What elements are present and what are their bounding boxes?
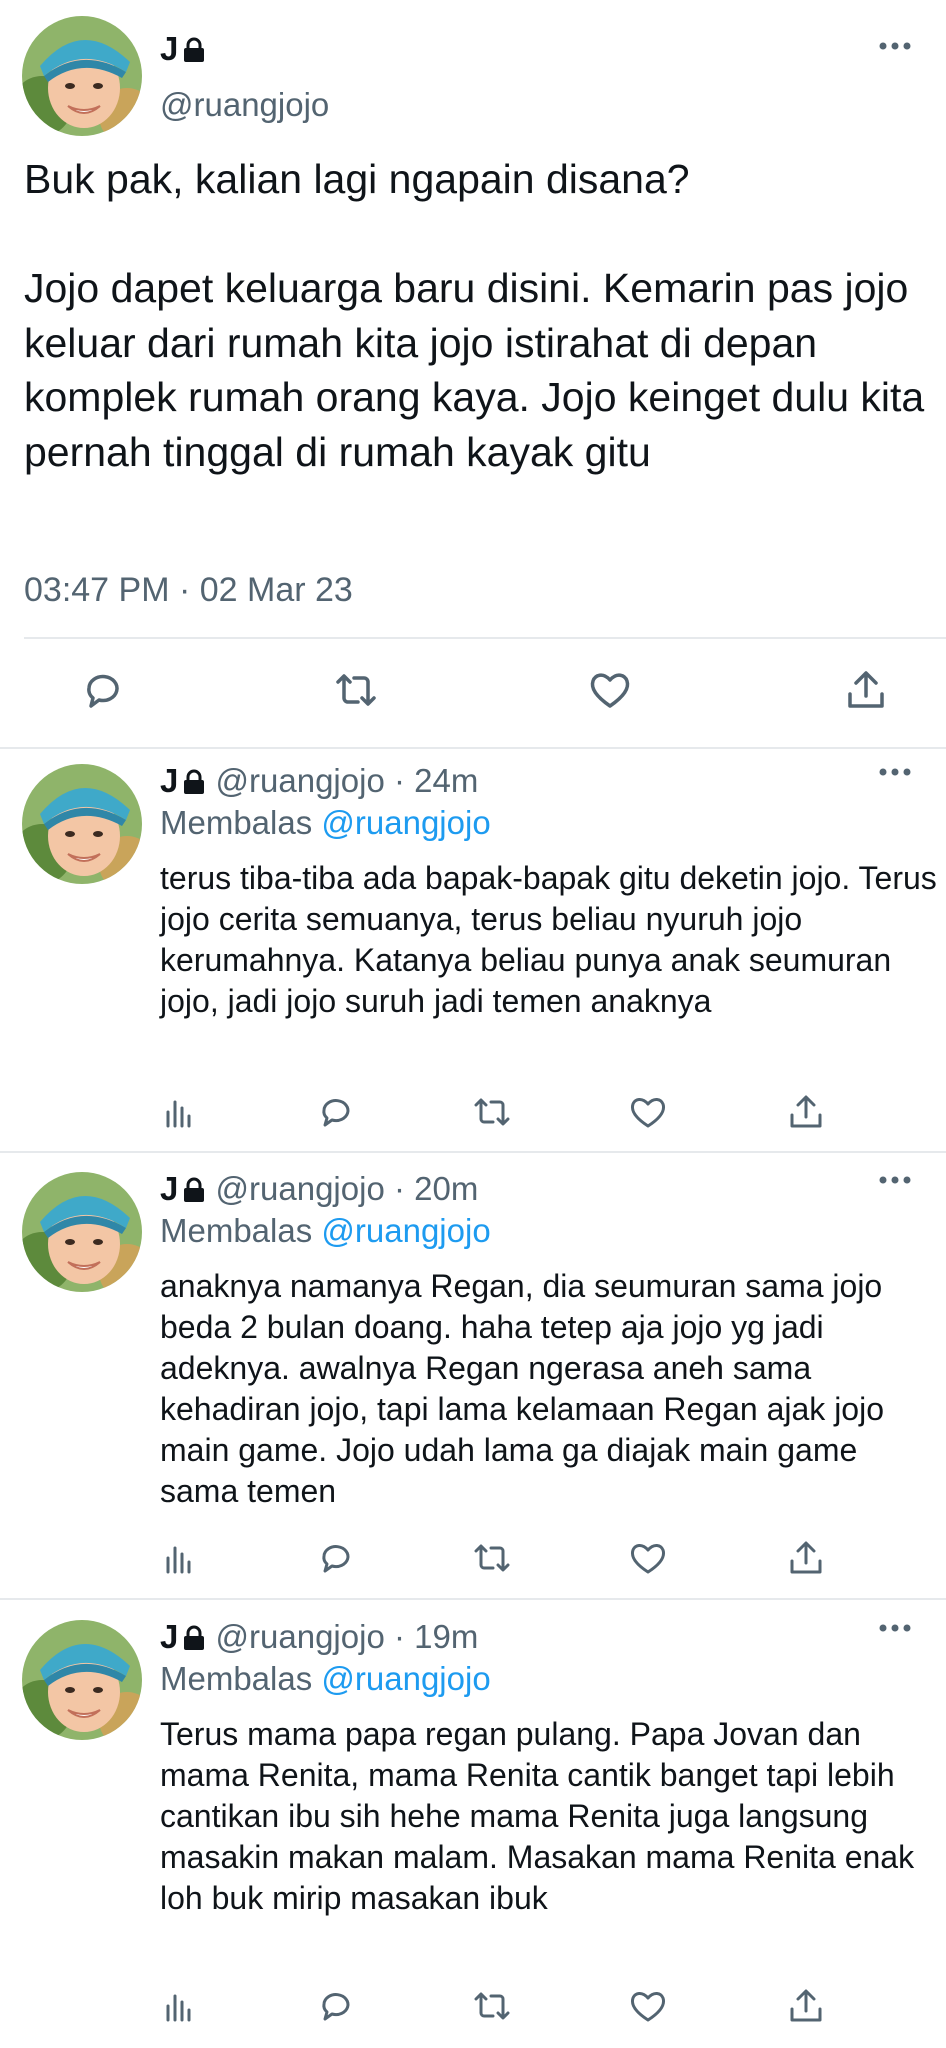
- replying-label: Membalas: [160, 1660, 313, 1697]
- display-name[interactable]: J: [160, 762, 178, 799]
- like-icon[interactable]: [628, 1538, 668, 1578]
- replying-label: Membalas: [160, 1212, 313, 1249]
- share-icon[interactable]: [842, 666, 890, 714]
- lock-icon: [182, 1621, 206, 1659]
- tweet-text: anaknya namanya Regan, dia seumuran sama…: [160, 1268, 893, 1509]
- reply-tweet[interactable]: J @ruangjojo · 19m Membalas @ruangjojo T…: [0, 1608, 946, 2048]
- mention-link[interactable]: @ruangjojo: [321, 1212, 490, 1249]
- retweet-icon[interactable]: [472, 1092, 512, 1132]
- relative-time[interactable]: · 19m: [394, 1618, 478, 1655]
- more-options-icon[interactable]: [878, 1174, 912, 1186]
- user-handle[interactable]: @ruangjojo: [216, 1170, 385, 1207]
- like-icon[interactable]: [628, 1986, 668, 2026]
- divider: [24, 637, 946, 639]
- divider: [0, 747, 946, 749]
- mention-link[interactable]: @ruangjojo: [321, 1660, 490, 1697]
- relative-time[interactable]: · 20m: [394, 1170, 478, 1207]
- reply-icon[interactable]: [79, 666, 127, 714]
- avatar-photo: [22, 1172, 142, 1292]
- reply-header: J @ruangjojo · 19m: [160, 1618, 478, 1659]
- avatar[interactable]: [22, 764, 142, 884]
- tweet-text: Buk pak, kalian lagi ngapain disana? Joj…: [24, 156, 925, 475]
- reply-icon[interactable]: [316, 1092, 356, 1132]
- divider: [0, 1151, 946, 1153]
- avatar-photo: [22, 16, 142, 136]
- views-icon[interactable]: [160, 1986, 200, 2026]
- avatar[interactable]: [22, 1172, 142, 1292]
- tweet-timestamp[interactable]: 03:47 PM · 02 Mar 23: [24, 571, 353, 610]
- more-options-icon[interactable]: [878, 40, 912, 52]
- replying-to: Membalas @ruangjojo: [160, 1660, 491, 1698]
- replying-to: Membalas @ruangjojo: [160, 804, 491, 842]
- tweet-text: terus tiba-tiba ada bapak-bapak gitu dek…: [160, 860, 946, 1019]
- user-handle[interactable]: @ruangjojo: [216, 1618, 385, 1655]
- avatar-photo: [22, 1620, 142, 1740]
- lock-icon: [182, 1173, 206, 1211]
- user-handle[interactable]: @ruangjojo: [216, 762, 385, 799]
- reply-icon[interactable]: [316, 1986, 356, 2026]
- display-name-text: J: [160, 30, 179, 67]
- display-name[interactable]: J: [160, 1170, 178, 1207]
- reply-icon[interactable]: [316, 1538, 356, 1578]
- reply-tweet[interactable]: J @ruangjojo · 24m Membalas @ruangjojo t…: [0, 752, 946, 1150]
- display-name[interactable]: J: [160, 1618, 178, 1655]
- lock-icon: [182, 765, 206, 803]
- share-icon[interactable]: [786, 1092, 826, 1132]
- reply-header: J @ruangjojo · 24m: [160, 762, 478, 803]
- share-icon[interactable]: [786, 1538, 826, 1578]
- retweet-icon[interactable]: [472, 1986, 512, 2026]
- more-options-icon[interactable]: [878, 1622, 912, 1634]
- mention-link[interactable]: @ruangjojo: [321, 804, 490, 841]
- tweet-actions: [0, 666, 946, 722]
- views-icon[interactable]: [160, 1092, 200, 1132]
- views-icon[interactable]: [160, 1538, 200, 1578]
- replying-to: Membalas @ruangjojo: [160, 1212, 491, 1250]
- tweet-text: Terus mama papa regan pulang. Papa Jovan…: [160, 1716, 923, 1916]
- tweet-actions: [160, 1092, 840, 1136]
- like-icon[interactable]: [586, 666, 634, 714]
- lock-icon: [182, 33, 206, 71]
- more-options-icon[interactable]: [878, 766, 912, 778]
- divider: [0, 1598, 946, 1600]
- reply-tweet[interactable]: J @ruangjojo · 20m Membalas @ruangjojo a…: [0, 1160, 946, 1595]
- display-name[interactable]: J: [160, 30, 206, 71]
- like-icon[interactable]: [628, 1092, 668, 1132]
- replying-label: Membalas: [160, 804, 313, 841]
- share-icon[interactable]: [786, 1986, 826, 2026]
- avatar[interactable]: [22, 16, 142, 136]
- relative-time[interactable]: · 24m: [394, 762, 478, 799]
- reply-header: J @ruangjojo · 20m: [160, 1170, 478, 1211]
- tweet-actions: [160, 1986, 840, 2030]
- retweet-icon[interactable]: [472, 1538, 512, 1578]
- tweet-actions: [160, 1538, 840, 1582]
- retweet-icon[interactable]: [332, 666, 380, 714]
- avatar[interactable]: [22, 1620, 142, 1740]
- user-handle[interactable]: @ruangjojo: [160, 86, 329, 124]
- avatar-photo: [22, 764, 142, 884]
